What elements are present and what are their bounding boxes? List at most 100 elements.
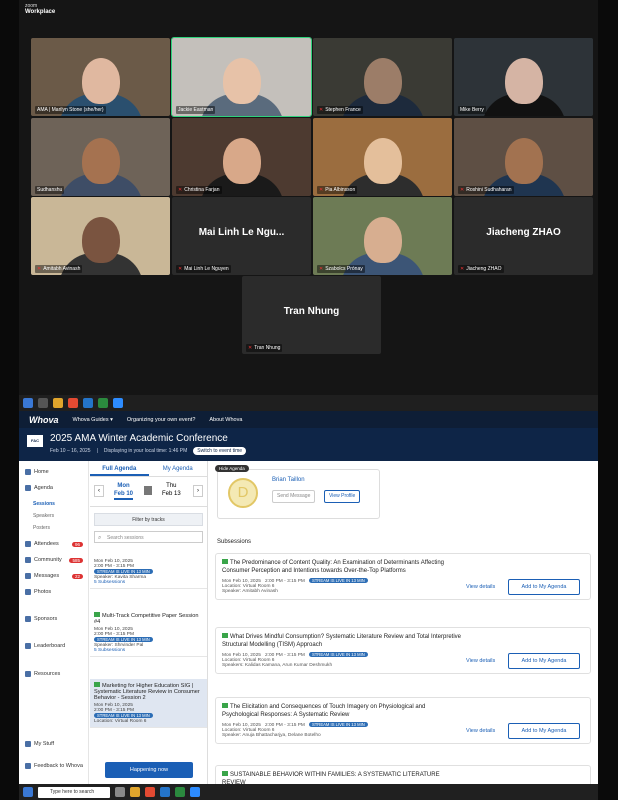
subsession-title[interactable]: The Elicitation and Consequences of Touc… xyxy=(222,703,462,719)
participant-tile[interactable]: AMA | Marilyn Stone (she/her) xyxy=(31,38,170,116)
participant-tile[interactable]: ✕ Stephen France xyxy=(313,38,452,116)
send-message-button[interactable]: Send Message xyxy=(272,490,316,503)
whova-guides-link[interactable]: Whova Guides ▾ xyxy=(73,417,113,423)
subsessions-link[interactable]: 5 Subsessions xyxy=(94,580,203,585)
live-badge: STREAM IS LIVE IN 13 MIN xyxy=(308,652,368,657)
participant-display-name: Mai Linh Le Ngu... xyxy=(198,227,285,238)
tab-full-agenda[interactable]: Full Agenda xyxy=(90,461,149,476)
whova-logo[interactable]: Whova xyxy=(29,415,59,425)
participant-tile[interactable]: ✕ Pia Albinsson xyxy=(313,118,452,196)
session-detail: D Brian Taillon Send Message View Profil… xyxy=(215,461,598,784)
sidebar-item-resources[interactable]: Resources xyxy=(25,671,60,677)
about-whova-link[interactable]: About Whova xyxy=(209,417,242,423)
sidebar-item-photos[interactable]: Photos xyxy=(25,589,51,595)
agenda-panel: Full Agenda My Agenda ‹ Mon Feb 10 Thu Feb… xyxy=(90,461,208,784)
hide-agenda-button[interactable]: Hide Agenda xyxy=(215,465,249,472)
sidebar-item-posters[interactable]: Posters xyxy=(33,525,50,531)
search-sessions-input[interactable]: ⌕ Search sessions xyxy=(94,531,203,543)
subsession-title[interactable]: SUSTAINABLE BEHAVIOR WITHIN FAMILIES: A … xyxy=(222,771,462,784)
calendar-icon[interactable] xyxy=(144,486,152,495)
participant-tile[interactable]: Jiacheng ZHAO ✕ Jiacheng ZHAO xyxy=(454,197,593,275)
conference-header: FAC 2025 AMA Winter Academic Conference … xyxy=(19,428,598,461)
chrome-icon[interactable] xyxy=(68,398,78,408)
excel-icon[interactable] xyxy=(98,398,108,408)
file-explorer-icon[interactable] xyxy=(53,398,63,408)
tab-my-agenda[interactable]: My Agenda xyxy=(149,461,208,476)
agenda-session-card[interactable]: Multi-Track Competitive Paper Session #4… xyxy=(90,609,207,657)
agenda-session-card[interactable]: Mon Feb 10, 2025 2:00 PM - 3:15 PM STREAM … xyxy=(90,556,207,589)
nav-icon xyxy=(25,589,31,595)
zoom-icon[interactable] xyxy=(113,398,123,408)
organize-event-link[interactable]: Organizing your own event? xyxy=(127,417,195,423)
search-icon[interactable] xyxy=(38,398,48,408)
participant-face xyxy=(81,138,120,184)
nav-icon xyxy=(25,763,31,769)
view-profile-button[interactable]: View Profile xyxy=(324,490,361,503)
file-explorer-icon[interactable] xyxy=(130,787,140,797)
sidebar-item-feedback-to-whova[interactable]: Feedback to Whova xyxy=(25,763,83,769)
view-details-link[interactable]: View details xyxy=(466,584,495,590)
filter-tracks-button[interactable]: Filter by tracks xyxy=(94,513,203,526)
sidebar-item-sessions[interactable]: Sessions xyxy=(33,501,55,507)
excel-icon[interactable] xyxy=(175,787,185,797)
participant-tile[interactable]: Mai Linh Le Ngu... ✕ Mai Linh Le Nguyen xyxy=(172,197,311,275)
subsession-title[interactable]: What Drives Mindful Consumption? Systema… xyxy=(222,633,462,649)
subsession-title[interactable]: The Predominance of Content Quality: An … xyxy=(222,559,462,575)
screen: zoom Workplace AMA | Marilyn Stone (she/… xyxy=(0,0,618,800)
subsessions-link[interactable]: 5 Subsessions xyxy=(94,648,203,653)
subsession-card: SUSTAINABLE BEHAVIOR WITHIN FAMILIES: A … xyxy=(215,765,591,784)
sidebar-item-messages[interactable]: Messages 22 xyxy=(25,573,83,579)
day-mon[interactable]: Mon Feb 10 xyxy=(114,482,134,500)
add-to-agenda-button[interactable]: Add to My Agenda xyxy=(508,579,580,595)
windows-taskbar-top xyxy=(19,395,598,411)
view-details-link[interactable]: View details xyxy=(466,728,495,734)
agenda-session-card[interactable]: Marketing for Higher Education SIG | Sys… xyxy=(90,679,207,728)
sidebar-item-my-stuff[interactable]: My Stuff xyxy=(25,741,54,747)
participant-tile[interactable]: Jackie Eastman xyxy=(171,37,312,117)
participant-name: ✕ Szabolcs Prónay xyxy=(317,265,365,273)
zoom-icon[interactable] xyxy=(190,787,200,797)
participant-face xyxy=(363,217,402,263)
day-thu[interactable]: Thu Feb 13 xyxy=(162,482,181,498)
task-view-icon[interactable] xyxy=(115,787,125,797)
add-to-agenda-button[interactable]: Add to My Agenda xyxy=(508,653,580,669)
sidebar-item-community[interactable]: Community 585 xyxy=(25,557,83,563)
outlook-icon[interactable] xyxy=(83,398,93,408)
sidebar-item-home[interactable]: Home xyxy=(25,469,49,475)
windows-start-icon[interactable] xyxy=(23,398,33,408)
speaker-name[interactable]: Brian Taillon xyxy=(272,477,305,483)
happening-now-button[interactable]: Happening now xyxy=(105,762,193,778)
sidebar-item-leaderboard[interactable]: Leaderboard xyxy=(25,643,65,649)
windows-start-icon[interactable] xyxy=(23,787,33,797)
chevron-left-icon[interactable]: ‹ xyxy=(94,485,104,497)
nav-icon xyxy=(25,541,31,547)
chrome-icon[interactable] xyxy=(145,787,155,797)
sidebar-item-attendees[interactable]: Attendees 96 xyxy=(25,541,83,547)
sidebar-item-agenda[interactable]: Agenda xyxy=(25,485,53,491)
participant-name: ✕ Pia Albinsson xyxy=(317,186,358,194)
session-icon xyxy=(94,682,100,687)
taskbar-search-input[interactable]: Type here to search xyxy=(38,786,110,798)
avatar: D xyxy=(228,478,258,508)
right-edge xyxy=(598,0,618,800)
participant-tile[interactable]: Sudhanshu xyxy=(31,118,170,196)
sidebar-item-speakers[interactable]: Speakers xyxy=(33,513,54,519)
switch-time-button[interactable]: Switch to event time xyxy=(193,447,247,455)
participant-name: ✕ Mai Linh Le Nguyen xyxy=(176,265,231,273)
speaker-card: D Brian Taillon Send Message View Profil… xyxy=(217,469,380,519)
participant-tile[interactable]: ✕ Roshini Sudhaharan xyxy=(454,118,593,196)
add-to-agenda-button[interactable]: Add to My Agenda xyxy=(508,723,580,739)
participant-tile[interactable]: ✕ Amitabh Avinash xyxy=(31,197,170,275)
participant-tile[interactable]: Tran Nhung ✕ Tran Nhung xyxy=(242,276,381,354)
sidebar-item-sponsors[interactable]: Sponsors xyxy=(25,616,57,622)
session-icon xyxy=(222,771,228,776)
participant-tile[interactable]: ✕ Szabolcs Prónay xyxy=(313,197,452,275)
search-icon: ⌕ xyxy=(98,535,102,541)
participant-tile[interactable]: Mike Berry xyxy=(454,38,593,116)
outlook-icon[interactable] xyxy=(160,787,170,797)
day-selector: ‹ Mon Feb 10 Thu Feb 13 › xyxy=(90,477,207,507)
participant-name: ✕ Amitabh Avinash xyxy=(35,265,83,273)
view-details-link[interactable]: View details xyxy=(466,658,495,664)
participant-tile[interactable]: ✕ Christina Farjan xyxy=(172,118,311,196)
chevron-right-icon[interactable]: › xyxy=(193,485,203,497)
